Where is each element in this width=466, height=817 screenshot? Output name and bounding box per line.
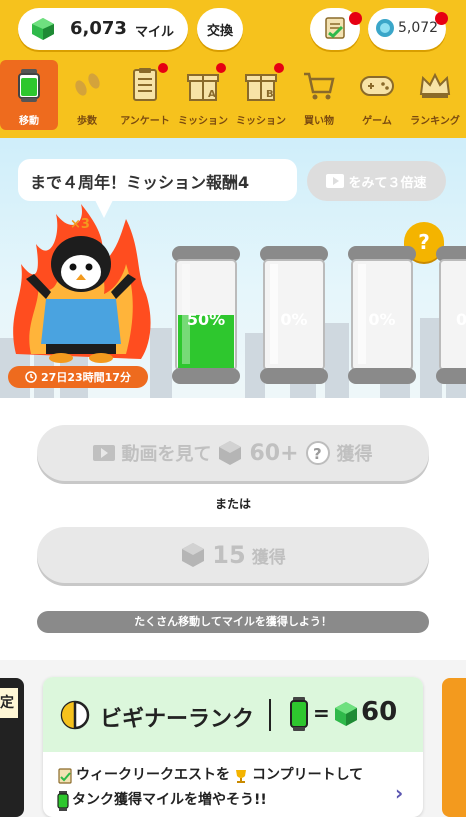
nav-item-mission-a[interactable]: A ミッション	[174, 60, 232, 130]
tank-percent: 0%	[368, 310, 396, 329]
video-get-amount: 60+	[249, 440, 299, 466]
gem-icon	[219, 441, 242, 465]
clock-icon	[25, 371, 37, 383]
mission-board-button[interactable]	[310, 8, 362, 50]
watch-video-get-button[interactable]: 動画を見て 60+ ? 獲得	[37, 425, 429, 481]
promo-carousel: 定 ビギナーランク = 60 ウィークリークエストを コンプリートして タンク獲…	[0, 660, 466, 817]
gem-icon	[182, 543, 205, 567]
get-amount: 15	[212, 541, 246, 569]
chevron-right-icon[interactable]: ›	[395, 781, 403, 805]
rank-line1-a: ウィークリークエストを	[76, 767, 230, 783]
or-label: または	[214, 497, 251, 511]
nav-label: ミッション	[178, 116, 228, 127]
rank-line2: タンク獲得マイルを増やそう!!	[72, 792, 267, 808]
scroll-icon	[325, 17, 345, 39]
nav-label: 移動	[19, 116, 39, 127]
promo-card-prev[interactable]: 定	[0, 678, 24, 817]
nav-item-game[interactable]: ゲーム	[348, 60, 406, 130]
nav-label: 買い物	[304, 116, 334, 127]
hero-area: まで４周年！ミッション報酬4 をみて３倍速 ? ×3 27日23時間17分 50…	[0, 138, 466, 398]
svg-text:?: ?	[313, 445, 322, 463]
tank-1[interactable]: 50%	[170, 246, 242, 386]
nav-label: ランキング	[410, 116, 460, 127]
coin-badge	[435, 12, 448, 25]
watch-video-speedup-button[interactable]: をみて３倍速	[307, 161, 446, 201]
rank-equals: =	[313, 701, 330, 725]
video-get-suffix: 獲得	[336, 444, 373, 465]
beginner-rank-card[interactable]: ビギナーランク = 60 ウィークリークエストを コンプリートして タンク獲得マ…	[43, 677, 423, 817]
tank-percent: 50%	[186, 310, 226, 329]
nav-label: 歩数	[77, 116, 97, 127]
nav-item-move[interactable]: 移動	[0, 60, 58, 130]
tank-percent: 0	[456, 310, 466, 329]
main-nav: 移動 歩数 アンケート A ミッション B ミッション 買い物 ゲーム ランキン…	[0, 60, 466, 130]
miles-value: 6,073	[70, 18, 127, 39]
timer-badge: 27日23時間17分	[8, 366, 148, 388]
coin-balance[interactable]: 5,072	[368, 8, 448, 50]
miles-balance[interactable]: 6,073 マイル	[18, 8, 188, 50]
get-miles-button[interactable]: 15 獲得	[37, 527, 429, 583]
timer-text: 27日23時間17分	[41, 371, 131, 384]
nav-item-mission-b[interactable]: B ミッション	[232, 60, 290, 130]
crown-icon	[419, 72, 451, 98]
trophy-icon	[236, 769, 246, 783]
info-banner: たくさん移動してマイルを獲得しよう！	[37, 611, 429, 633]
tank-3[interactable]: 0%	[346, 246, 418, 386]
action-area: 動画を見て 60+ ? 獲得 または 15 獲得 たくさん移動してマイルを獲得し…	[0, 398, 466, 660]
scroll-check-icon	[58, 767, 72, 784]
gift-b-icon: B	[245, 74, 277, 101]
video-play-icon	[326, 174, 345, 188]
get-suffix: 獲得	[251, 547, 286, 568]
survey-icon	[133, 68, 157, 101]
speech-bubble: まで４周年！ミッション報酬4	[18, 159, 297, 201]
rank-value: 60	[361, 697, 398, 727]
mission-b-badge	[274, 63, 284, 73]
tank-icon	[290, 697, 308, 731]
footprints-icon	[75, 73, 100, 96]
promo-card-next[interactable]	[442, 678, 466, 817]
video-play-icon	[93, 445, 116, 461]
survey-badge	[158, 63, 168, 73]
tank-icon	[57, 790, 69, 811]
nav-item-survey[interactable]: アンケート	[116, 60, 174, 130]
mission-a-badge	[216, 63, 226, 73]
app-header: 6,073 マイル 交換 5,072 移動 歩数 アンケート A ミッション B…	[0, 0, 466, 138]
rank-title: ビギナーランク	[100, 707, 255, 732]
rank-card-header: ビギナーランク = 60	[43, 677, 423, 752]
mission-badge	[349, 12, 362, 25]
multiplier-text: ×3	[70, 217, 90, 232]
promo-card-prev-tag: 定	[0, 688, 18, 718]
exchange-button[interactable]: 交換	[197, 8, 243, 50]
penguin-mascot: ×3	[13, 204, 151, 363]
nav-item-shopping[interactable]: 買い物	[290, 60, 348, 130]
rank-divider	[269, 699, 271, 731]
coin-icon	[376, 19, 394, 37]
rank-badge-icon	[60, 700, 90, 730]
gamepad-icon	[360, 76, 394, 96]
tank-percent: 0%	[280, 310, 308, 329]
miles-unit: マイル	[134, 25, 174, 40]
tank-2[interactable]: 0%	[258, 246, 330, 386]
video-get-text: 動画を見て	[121, 444, 212, 465]
nav-label: ゲーム	[362, 116, 392, 127]
tank-icon	[18, 69, 40, 102]
rank-description: ウィークリークエストを コンプリートして タンク獲得マイルを増やそう!!	[57, 763, 363, 813]
gift-a-icon: A	[187, 74, 219, 101]
nav-label: アンケート	[120, 116, 170, 127]
coin-value: 5,072	[398, 20, 439, 36]
gem-icon	[335, 702, 357, 726]
nav-label: ミッション	[236, 116, 286, 127]
question-coin-icon: ?	[305, 441, 330, 465]
svg-text:B: B	[266, 89, 274, 100]
cart-icon	[304, 72, 335, 100]
tank-4[interactable]: 0	[434, 246, 466, 386]
rank-line1-b: コンプリートして	[252, 767, 364, 783]
gem-icon	[32, 18, 54, 40]
nav-item-ranking[interactable]: ランキング	[406, 60, 464, 130]
video-button-label: をみて３倍速	[348, 175, 427, 191]
nav-item-steps[interactable]: 歩数	[58, 60, 116, 130]
svg-text:A: A	[208, 89, 216, 100]
